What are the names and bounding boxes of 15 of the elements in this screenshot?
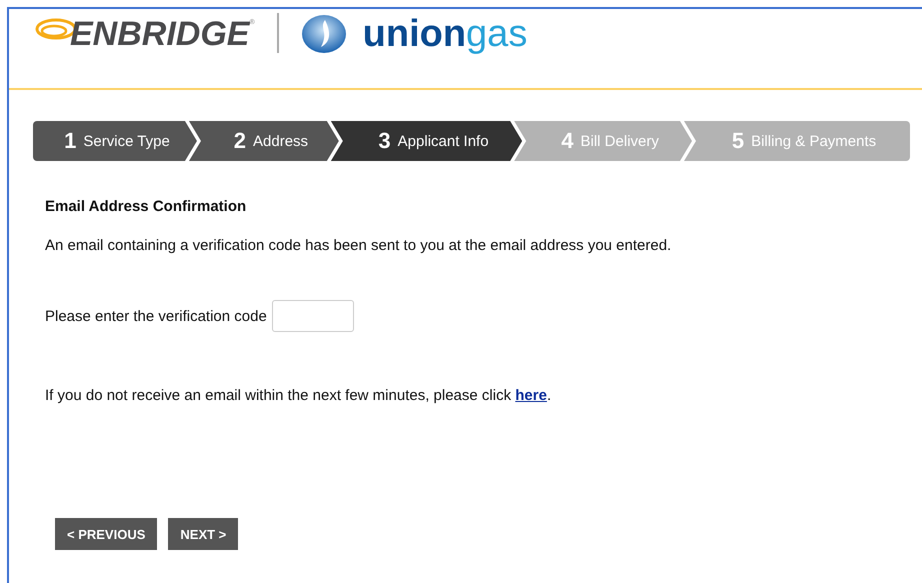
field-label: Please enter the verification code [45, 308, 267, 324]
section-heading: Email Address Confirmation [45, 198, 248, 215]
logo-text: ENBRIDGE [70, 14, 250, 54]
next-button[interactable]: NEXT > [168, 518, 238, 550]
step-tab[interactable]: 1 Service Type [33, 121, 197, 161]
logo-text: gas [466, 12, 528, 56]
logo-text: union [362, 12, 466, 56]
info-text: An email containing a verification code has been sent to you at the email address you entered. [45, 237, 672, 254]
step-tab[interactable]: 3 Applicant Info [328, 121, 522, 161]
here-link[interactable]: here [515, 387, 547, 404]
flame-icon [300, 14, 347, 54]
resend-text: If you do not receive an email within the next few minutes, please click here. [45, 387, 552, 404]
step-tab[interactable]: 2 Address [186, 121, 339, 161]
previous-button[interactable]: < PREVIOUS [55, 518, 158, 550]
verification-code-field[interactable] [272, 300, 354, 332]
